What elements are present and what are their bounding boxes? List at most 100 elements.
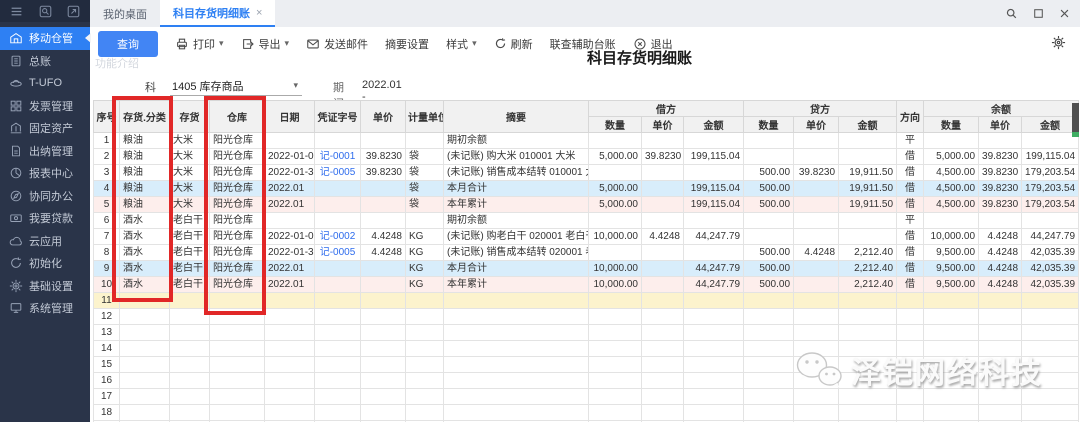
- data-cell[interactable]: 2022-01-31: [265, 165, 315, 181]
- table-row-6[interactable]: 6酒水老白干阳光仓库期初余额平: [94, 213, 1079, 229]
- row-number-cell[interactable]: 6: [94, 213, 120, 229]
- sidebar-item-cashier[interactable]: 出纳管理: [0, 140, 90, 163]
- table-row-13[interactable]: 13: [94, 325, 1079, 341]
- data-cell[interactable]: 本年累计: [444, 197, 589, 213]
- data-cell[interactable]: [642, 245, 684, 261]
- data-cell[interactable]: 本年累计: [444, 277, 589, 293]
- data-cell[interactable]: 4.4248: [642, 229, 684, 245]
- data-cell[interactable]: [1022, 389, 1079, 405]
- data-cell[interactable]: [642, 373, 684, 389]
- data-cell[interactable]: [1022, 309, 1079, 325]
- table-row-7[interactable]: 7酒水老白干阳光仓库2022-01-03记-00024.4248KG(未记账) …: [94, 229, 1079, 245]
- data-cell[interactable]: [744, 325, 794, 341]
- data-cell[interactable]: 大米: [170, 133, 210, 149]
- data-cell[interactable]: [684, 341, 744, 357]
- data-cell[interactable]: 阳光仓库: [210, 165, 265, 181]
- row-number-cell[interactable]: 4: [94, 181, 120, 197]
- data-cell[interactable]: [979, 373, 1022, 389]
- data-cell[interactable]: [1022, 341, 1079, 357]
- table-row-16[interactable]: 16: [94, 373, 1079, 389]
- data-cell[interactable]: 老白干: [170, 261, 210, 277]
- data-cell[interactable]: [406, 405, 444, 421]
- voucher-link[interactable]: 记-0005: [320, 247, 356, 258]
- data-cell[interactable]: 本月合计: [444, 181, 589, 197]
- data-cell[interactable]: [589, 389, 642, 405]
- data-cell[interactable]: [1022, 405, 1079, 421]
- data-cell[interactable]: [406, 133, 444, 149]
- data-cell[interactable]: [744, 309, 794, 325]
- data-cell[interactable]: 199,115.04: [684, 181, 744, 197]
- data-cell[interactable]: 粮油: [120, 133, 170, 149]
- data-cell[interactable]: 借: [897, 165, 924, 181]
- sidebar-item-basic-settings[interactable]: 基础设置: [0, 275, 90, 298]
- send-mail-button[interactable]: 发送邮件: [306, 36, 368, 52]
- data-cell[interactable]: [589, 373, 642, 389]
- data-cell[interactable]: [315, 373, 361, 389]
- data-cell[interactable]: 平: [897, 213, 924, 229]
- data-cell[interactable]: [120, 309, 170, 325]
- data-cell[interactable]: 借: [897, 197, 924, 213]
- data-cell[interactable]: [642, 197, 684, 213]
- data-cell[interactable]: [315, 405, 361, 421]
- row-number-cell[interactable]: 3: [94, 165, 120, 181]
- data-cell[interactable]: [361, 341, 406, 357]
- data-cell[interactable]: [1022, 373, 1079, 389]
- data-cell[interactable]: [684, 213, 744, 229]
- data-cell[interactable]: [444, 357, 589, 373]
- data-cell[interactable]: [406, 325, 444, 341]
- data-cell[interactable]: 老白干: [170, 277, 210, 293]
- data-cell[interactable]: [684, 293, 744, 309]
- data-cell[interactable]: 10,000.00: [589, 277, 642, 293]
- table-row-1[interactable]: 1粮油大米阳光仓库期初余额平: [94, 133, 1079, 149]
- row-number-cell[interactable]: 7: [94, 229, 120, 245]
- data-cell[interactable]: 大米: [170, 181, 210, 197]
- data-cell[interactable]: 9,500.00: [924, 277, 979, 293]
- data-cell[interactable]: 4,500.00: [924, 165, 979, 181]
- data-cell[interactable]: 老白干: [170, 245, 210, 261]
- data-cell[interactable]: [315, 325, 361, 341]
- data-cell[interactable]: [979, 341, 1022, 357]
- data-cell[interactable]: 阳光仓库: [210, 133, 265, 149]
- data-cell[interactable]: [265, 341, 315, 357]
- data-cell[interactable]: [979, 357, 1022, 373]
- data-cell[interactable]: [265, 293, 315, 309]
- voucher-link[interactable]: 记-0005: [320, 167, 356, 178]
- data-cell[interactable]: 记-0002: [315, 229, 361, 245]
- menu-icon[interactable]: [10, 5, 23, 18]
- data-cell[interactable]: 酒水: [120, 245, 170, 261]
- sidebar-item-tufo[interactable]: T-UFO: [0, 72, 90, 95]
- data-cell[interactable]: 粮油: [120, 149, 170, 165]
- data-cell[interactable]: 期初余额: [444, 213, 589, 229]
- gear-icon[interactable]: [1051, 35, 1066, 50]
- data-cell[interactable]: 袋: [406, 181, 444, 197]
- data-cell[interactable]: [897, 309, 924, 325]
- data-cell[interactable]: 2022.01: [265, 277, 315, 293]
- data-cell[interactable]: [839, 341, 897, 357]
- data-cell[interactable]: [642, 261, 684, 277]
- data-cell[interactable]: KG: [406, 261, 444, 277]
- data-cell[interactable]: [642, 213, 684, 229]
- data-cell[interactable]: [315, 197, 361, 213]
- tab-close-icon[interactable]: ×: [256, 7, 262, 19]
- data-cell[interactable]: [406, 357, 444, 373]
- data-cell[interactable]: 199,115.04: [684, 149, 744, 165]
- data-cell[interactable]: [1022, 133, 1079, 149]
- data-cell[interactable]: [979, 133, 1022, 149]
- table-row-11[interactable]: 11: [94, 293, 1079, 309]
- data-cell[interactable]: 39.8230: [979, 197, 1022, 213]
- data-cell[interactable]: [210, 293, 265, 309]
- data-cell[interactable]: [1022, 325, 1079, 341]
- data-cell[interactable]: 5,000.00: [924, 149, 979, 165]
- data-cell[interactable]: [444, 373, 589, 389]
- data-cell[interactable]: 42,035.39: [1022, 277, 1079, 293]
- voucher-link[interactable]: 记-0001: [320, 151, 356, 162]
- sidebar-item-invoice[interactable]: 发票管理: [0, 95, 90, 118]
- data-cell[interactable]: 袋: [406, 149, 444, 165]
- data-cell[interactable]: [642, 357, 684, 373]
- data-cell[interactable]: [444, 405, 589, 421]
- subject-select[interactable]: 1405 库存商品 ▾: [170, 76, 302, 96]
- data-cell[interactable]: [361, 293, 406, 309]
- data-cell[interactable]: 2,212.40: [839, 277, 897, 293]
- data-cell[interactable]: [444, 293, 589, 309]
- data-cell[interactable]: [924, 293, 979, 309]
